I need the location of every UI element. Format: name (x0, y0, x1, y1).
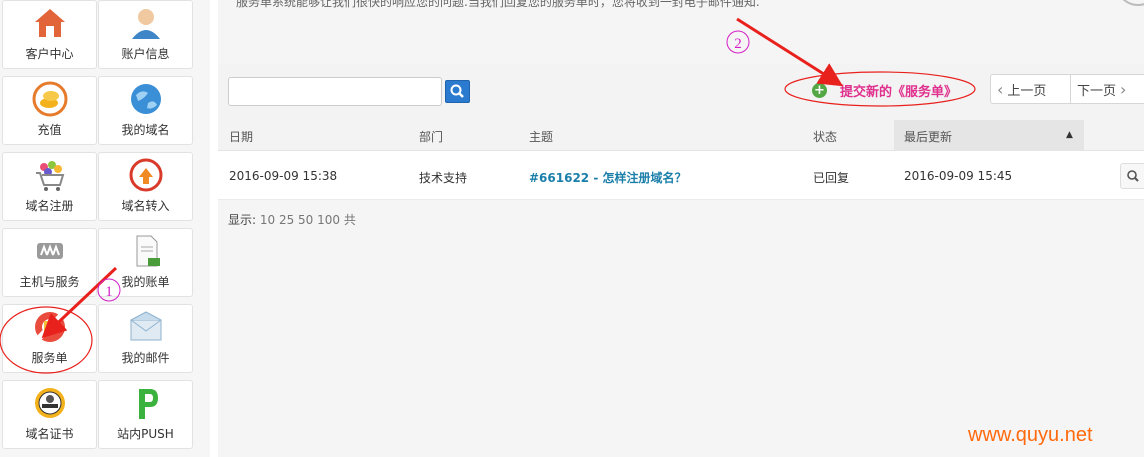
column-header-department[interactable]: 部门 (419, 128, 443, 145)
cell-department: 技术支持 (419, 171, 468, 185)
search-icon (450, 84, 464, 98)
column-header-last-update[interactable]: 最后更新 (904, 128, 952, 145)
table-header: 日期 部门 主题 状态 最后更新 ▲ (218, 120, 1144, 151)
cell-subject-link[interactable]: #661622 - 怎样注册域名？ (529, 169, 687, 186)
tile-hosting-services[interactable]: 主机与服务 (2, 228, 97, 297)
tile-account-info[interactable]: 账户信息 (98, 0, 193, 69)
tile-domain-transfer[interactable]: 域名转入 (98, 152, 193, 221)
tile-label: 域名转入 (121, 199, 170, 213)
prev-page-label: 上一页 (1007, 83, 1047, 99)
intro-text: 服务单系统能够让我们很快的响应您的问题.当我们回复您的服务单时，您将收到一封电子… (236, 0, 760, 9)
mail-icon (130, 311, 161, 341)
page-size-options[interactable]: 10 25 50 100 共 (260, 213, 356, 227)
next-page-button[interactable]: 下一页 › (1071, 75, 1132, 103)
lifebuoy-icon (34, 312, 65, 342)
user-icon (131, 9, 160, 39)
tile-label: 我的账单 (121, 275, 170, 289)
magnifier-icon (1127, 170, 1139, 182)
tile-label: 域名注册 (25, 199, 74, 213)
page-size-selector: 显示: 10 25 50 100 共 (228, 211, 356, 228)
table-row[interactable]: 2016-09-09 15:38 技术支持 #661622 - 怎样注册域名？ … (218, 152, 1144, 200)
cell-last-update: 2016-09-09 15:45 (904, 169, 1013, 183)
tile-my-bills[interactable]: 我的账单 (98, 228, 193, 297)
tile-site-push[interactable]: 站内PUSH (98, 380, 193, 449)
tile-recharge[interactable]: 充值 (2, 76, 97, 145)
certificate-icon (34, 388, 65, 418)
tile-my-mail[interactable]: 我的邮件 (98, 304, 193, 373)
tile-service-ticket[interactable]: 服务单 (2, 304, 97, 373)
transfer-icon (129, 158, 162, 192)
tile-label: 账户信息 (121, 47, 170, 61)
new-ticket-label: 提交新的《服务单》 (840, 84, 958, 100)
corner-decoration (1118, 0, 1144, 6)
tile-my-domains[interactable]: 我的域名 (98, 76, 193, 145)
plus-circle-icon: + (812, 82, 827, 98)
cell-status: 已回复 (813, 171, 850, 185)
cart-icon (35, 161, 64, 191)
pagination: ‹ 上一页 下一页 › (990, 74, 1144, 104)
tile-domain-register[interactable]: 域名注册 (2, 152, 97, 221)
bill-icon (136, 235, 160, 267)
intro-banner: 服务单系统能够让我们很快的响应您的问题.当我们回复您的服务单时，您将收到一封电子… (218, 0, 1144, 64)
column-header-subject[interactable]: 主题 (529, 128, 553, 145)
push-icon (138, 389, 158, 419)
prev-page-button[interactable]: ‹ 上一页 (991, 75, 1071, 103)
tile-label: 我的邮件 (121, 351, 170, 365)
tile-domain-certificate[interactable]: 域名证书 (2, 380, 97, 449)
search-input[interactable] (228, 77, 442, 106)
column-header-date[interactable]: 日期 (229, 128, 253, 145)
globe-icon (130, 84, 161, 114)
tile-label: 客户中心 (25, 47, 74, 61)
tile-customer-center[interactable]: 客户中心 (2, 0, 97, 69)
tile-label: 服务单 (31, 351, 68, 365)
search-button[interactable] (445, 80, 470, 103)
chevron-right-icon: › (1120, 79, 1127, 99)
chevron-left-icon: ‹ (997, 79, 1004, 99)
new-ticket-button[interactable]: + 提交新的《服务单》 (808, 76, 978, 104)
sort-up-icon: ▲ (1066, 130, 1073, 140)
view-ticket-button[interactable] (1120, 163, 1144, 189)
home-icon (34, 9, 65, 37)
tile-label: 站内PUSH (117, 427, 174, 441)
tile-label: 域名证书 (25, 427, 74, 441)
display-label: 显示: (228, 213, 257, 227)
watermark: www.quyu.net (968, 424, 1093, 446)
content-footer-area (218, 200, 1144, 457)
tile-label: 充值 (37, 123, 62, 137)
server-icon (36, 243, 63, 259)
column-header-status[interactable]: 状态 (813, 128, 837, 145)
tile-label: 我的域名 (121, 123, 170, 137)
cell-date: 2016-09-09 15:38 (229, 169, 338, 183)
tile-label: 主机与服务 (19, 275, 80, 289)
coins-icon (32, 81, 67, 117)
next-page-label: 下一页 (1077, 83, 1117, 99)
